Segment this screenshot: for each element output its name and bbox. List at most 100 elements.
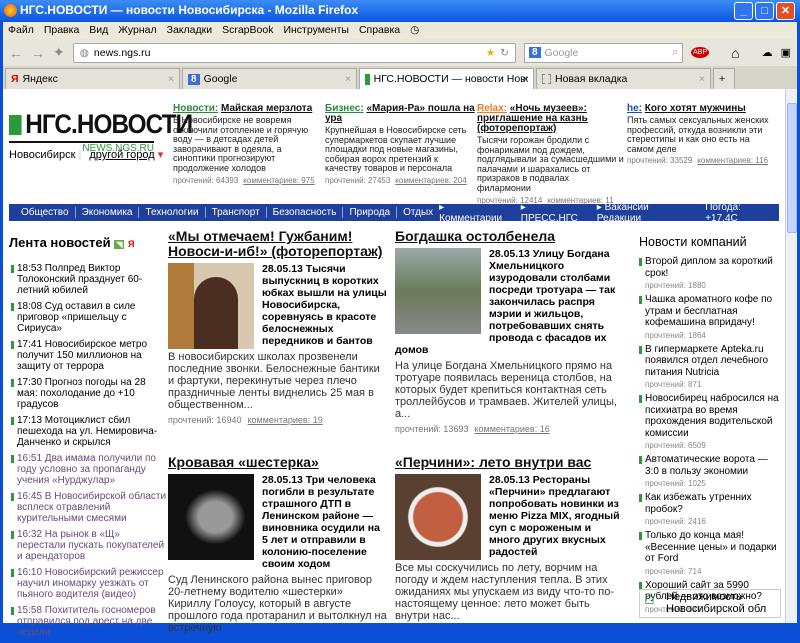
comments-link[interactable]: комментариев: 116 [697, 156, 768, 165]
nav-technology[interactable]: Технологии [139, 207, 206, 218]
nav-vacancies[interactable]: ▸ Вакансии Редакции [597, 202, 691, 224]
top-news-title[interactable]: Кого хотят мужчины [645, 103, 746, 114]
top-news-text: Пять самых сексуальных женских профессий… [627, 115, 769, 154]
menu-file[interactable]: Файл [8, 24, 34, 37]
article-image[interactable] [395, 474, 481, 560]
rss-icon[interactable]: ◥ [114, 240, 125, 249]
logo-text: НГС.НОВОСТИ [25, 109, 193, 139]
article-title[interactable]: Кровавая «шестерка» [168, 455, 388, 470]
menu-history[interactable]: Журнал [118, 24, 156, 37]
article-title[interactable]: «Мы отмечаем! Гужбаним! Новоси-и-иб!» (ф… [168, 229, 388, 259]
yandex-icon[interactable]: Я [128, 239, 134, 249]
feed-item[interactable]: 15:58 Похититель госномеров отправился п… [11, 605, 167, 638]
nav-press[interactable]: ▸ ПРЕСС.НГС [521, 202, 583, 224]
comments-link[interactable]: комментариев: 204 [395, 176, 466, 185]
tab-yandex[interactable]: Я Яндекс × [5, 68, 180, 89]
comments-link[interactable]: комментариев: 975 [243, 176, 314, 185]
item-text: Автоматические ворота — 3:0 в пользу эко… [645, 454, 768, 477]
menu-scrapbook[interactable]: ScrapBook [222, 24, 273, 37]
item-text: Чашка ароматного кофе по утрам и бесплат… [645, 294, 773, 328]
company-news-item[interactable]: Автоматические ворота — 3:0 в пользу эко… [639, 454, 784, 489]
close-tab-icon[interactable]: × [168, 73, 174, 85]
scrollbar-thumb[interactable] [787, 103, 797, 233]
clock-icon[interactable]: ◷ [410, 24, 419, 37]
realty-banner[interactable]: ⌂ Недвижимость Новосибирской обл [639, 589, 781, 618]
nav-nature[interactable]: Природа [343, 207, 398, 218]
company-news-title: Новости компаний [639, 235, 747, 249]
top-news-category[interactable]: he: [627, 103, 642, 114]
evernote-icon[interactable]: ▣ [781, 46, 791, 59]
minimize-button[interactable]: _ [734, 2, 753, 20]
back-icon[interactable]: ← [9, 45, 23, 61]
feed-item[interactable]: 16:51 Два имама получили по году условно… [11, 453, 167, 486]
feed-item[interactable]: 17:13 Мотоциклист сбил пешехода на ул. Н… [11, 415, 167, 448]
home-icon[interactable]: ⌂ [731, 45, 739, 61]
menu-edit[interactable]: Правка [44, 24, 79, 37]
city-selector: Новосибирск | другой город ▾ [9, 149, 164, 161]
adblock-icon[interactable]: ABP [691, 47, 710, 58]
magnifier-icon[interactable]: ⌕ [672, 46, 678, 59]
nav-transport[interactable]: Транспорт [206, 207, 267, 218]
maximize-button[interactable]: □ [755, 2, 774, 20]
comments-link[interactable]: комментариев: 19 [247, 415, 322, 425]
company-news-item[interactable]: В гипермаркете Apteka.ru появился отдел … [639, 344, 784, 391]
dropdown-icon[interactable]: ▾ [158, 149, 164, 161]
top-news-text: В Новосибирске не вовремя отключили отоп… [173, 115, 309, 173]
item-text: В гипермаркете Apteka.ru появился отдел … [645, 343, 769, 378]
tab-label: Яндекс [22, 73, 58, 85]
close-tab-icon[interactable]: × [699, 73, 705, 85]
tab-label: НГС.НОВОСТИ — новости Новосибирска [373, 73, 528, 85]
menu-help[interactable]: Справка [359, 24, 400, 37]
company-news-item[interactable]: Новосибирец набросился на психиатра во в… [639, 393, 784, 451]
nav-economy[interactable]: Экономика [76, 207, 140, 218]
feed-item[interactable]: 16:10 Новосибирский режиссер научил ином… [11, 567, 167, 600]
article-image[interactable] [168, 263, 254, 349]
feed-item[interactable]: 17:41 Новосибирское метро получит 150 ми… [11, 339, 167, 372]
menu-view[interactable]: Вид [89, 24, 108, 37]
tab-new[interactable]: Новая вкладка × [536, 68, 711, 89]
other-city-link[interactable]: другой город [89, 149, 154, 161]
item-text: Только до конца мая! «Весенние цены» и п… [645, 530, 777, 564]
nav-comments[interactable]: ▸ Комментарии [439, 202, 507, 224]
company-news-item[interactable]: Только до конца мая! «Весенние цены» и п… [639, 530, 784, 577]
url-bar[interactable]: ◍ news.ngs.ru ★ ↻ [72, 42, 516, 63]
article-title[interactable]: Богдашка остолбенела [395, 229, 623, 244]
bookmark-star-icon[interactable]: ★ [486, 47, 495, 59]
feed-item[interactable]: 18:08 Суд оставил в силе приговор «прише… [11, 301, 167, 334]
top-news-category[interactable]: Новости: [173, 103, 218, 114]
nav-leisure[interactable]: Отдых [397, 207, 439, 218]
feed-item[interactable]: 16:45 В Новосибирской области всплеск от… [11, 491, 167, 524]
article-image[interactable] [395, 248, 481, 334]
yandex-icon: Я [11, 73, 19, 85]
company-news-item[interactable]: Как избежать утренних пробок? прочтений: … [639, 492, 784, 527]
nav-security[interactable]: Безопасность [267, 207, 344, 218]
search-input[interactable]: 8 Google ⌕ [523, 42, 684, 63]
company-news-item[interactable]: Чашка ароматного кофе по утрам и бесплат… [639, 294, 784, 341]
menu-bookmarks[interactable]: Закладки [167, 24, 212, 37]
tab-ngs-news[interactable]: НГС.НОВОСТИ — новости Новосибирска× [359, 68, 534, 89]
company-news: Новости компаний Второй диплом за коротк… [639, 235, 784, 618]
nav-society[interactable]: Общество [15, 207, 76, 218]
vertical-scrollbar[interactable] [785, 89, 797, 623]
weather-link[interactable]: Погода: +17,4С [705, 202, 773, 224]
feed-item[interactable]: 18:53 Полпред Виктор Толоконский праздну… [11, 263, 167, 296]
close-button[interactable]: ✕ [776, 2, 795, 20]
tab-google[interactable]: 8 Google × [182, 68, 357, 89]
new-tab-button[interactable]: + [713, 68, 735, 89]
close-tab-icon[interactable]: × [345, 73, 351, 85]
weather-icon[interactable]: ☁ [762, 46, 773, 59]
top-news-text: Крупнейшая в Новосибирске сеть супермарк… [325, 125, 467, 174]
sync-icon[interactable]: ✦ [53, 44, 65, 61]
forward-icon[interactable]: → [31, 45, 45, 61]
feed-item[interactable]: 16:32 На рынок в «Щ» перестали пускать п… [11, 529, 167, 562]
article-image[interactable] [168, 474, 254, 560]
feed-item[interactable]: 17:30 Прогноз погоды на 28 мая: похолода… [11, 377, 167, 410]
close-tab-icon[interactable]: × [522, 73, 528, 85]
comments-link[interactable]: комментариев: 16 [474, 424, 549, 434]
article-title[interactable]: «Перчини»: лето внутри вас [395, 455, 623, 470]
menu-tools[interactable]: Инструменты [283, 24, 348, 37]
reads-count: прочтений: 714 [645, 566, 702, 576]
company-news-item[interactable]: Второй диплом за короткий срок! прочтений… [639, 256, 784, 291]
top-news-title[interactable]: Майская мерзлота [221, 103, 312, 114]
reload-icon[interactable]: ↻ [500, 47, 509, 59]
